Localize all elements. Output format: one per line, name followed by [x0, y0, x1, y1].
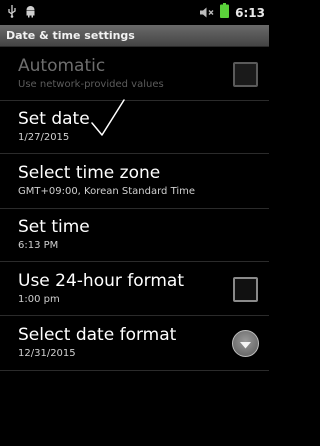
setting-time-zone[interactable]: Select time zone GMT+09:00, Korean Stand…: [0, 154, 269, 209]
24-hour-checkbox[interactable]: [233, 277, 258, 302]
page-title: Date & time settings: [6, 29, 135, 42]
setting-date-format[interactable]: Select date format 12/31/2015: [0, 316, 269, 371]
usb-icon: [7, 3, 17, 22]
chevron-down-icon: [240, 334, 251, 353]
checkmark-annotation-icon: [91, 99, 125, 136]
status-bar: 6:13: [0, 0, 269, 25]
setting-summary: 1/27/2015: [18, 132, 70, 143]
setting-24-hour[interactable]: Use 24-hour format 1:00 pm: [0, 262, 269, 316]
setting-summary: 1:00 pm: [18, 293, 60, 305]
title-bar: Date & time settings: [0, 25, 269, 47]
setting-title: Automatic: [18, 56, 106, 76]
setting-set-time[interactable]: Set time 6:13 PM: [0, 209, 269, 262]
setting-summary: GMT+09:00, Korean Standard Time: [18, 186, 196, 197]
setting-set-date[interactable]: Set date 1/27/2015: [0, 101, 269, 154]
settings-list: Automatic Use network-provided values Se…: [0, 48, 269, 371]
setting-title: Set time: [18, 217, 90, 237]
battery-icon: [220, 3, 230, 22]
status-time: 6:13: [235, 5, 265, 20]
setting-summary: Use network-provided values: [18, 79, 164, 90]
setting-title: Select time zone: [18, 163, 161, 183]
automatic-checkbox[interactable]: [233, 62, 258, 87]
date-format-dropdown[interactable]: [232, 330, 259, 357]
mute-icon: [200, 3, 214, 22]
setting-title: Set date: [18, 109, 90, 129]
setting-summary: 6:13 PM: [18, 240, 59, 251]
android-icon: [25, 3, 36, 22]
setting-title: Use 24-hour format: [18, 270, 184, 291]
setting-automatic[interactable]: Automatic Use network-provided values: [0, 48, 269, 101]
setting-summary: 12/31/2015: [18, 348, 76, 359]
